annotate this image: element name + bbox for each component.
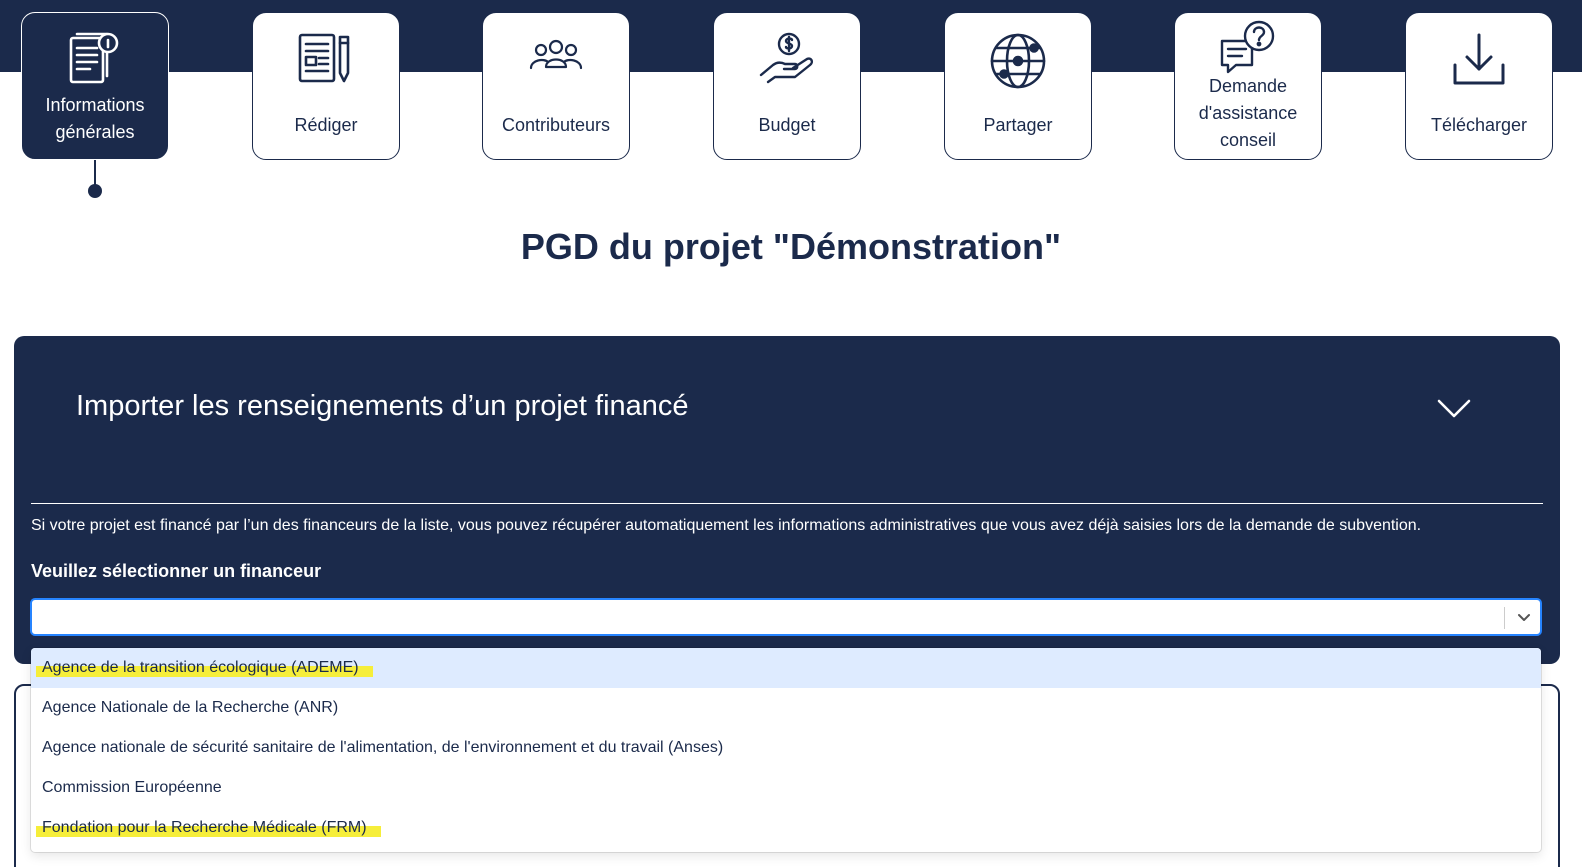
nav-tile-demande-assistance[interactable]: Demande d'assistance conseil (1174, 12, 1322, 160)
select-indicator-separator (1504, 607, 1505, 629)
funder-option-commission-europeenne[interactable]: Commission Européenne (31, 768, 1541, 808)
highlight-mark: Fondation pour la Recherche Médicale (FR… (36, 817, 381, 839)
nav-tile-label: Informations (45, 95, 145, 115)
hand-coin-icon (714, 31, 860, 87)
panel-divider (31, 503, 1543, 504)
document-info-icon (22, 31, 168, 87)
download-icon (1406, 31, 1552, 87)
funder-select-label: Veuillez sélectionner un financeur (31, 561, 322, 581)
nav-tile-label: générales (55, 122, 135, 142)
nav-tile-rediger[interactable]: Rédiger (252, 12, 400, 160)
chat-question-icon (1175, 19, 1321, 75)
document-pencil-icon (253, 31, 399, 87)
nav-tile-label: conseil (1219, 130, 1277, 150)
nav-tile-label: Demande (1208, 76, 1288, 96)
nav-tile-label: d'assistance (1198, 103, 1298, 123)
chevron-down-icon[interactable] (1434, 392, 1474, 424)
nav-tile-partager[interactable]: Partager (944, 12, 1092, 160)
import-panel: Importer les renseignements d’un projet … (14, 336, 1560, 664)
nav-tile-label: Partager (983, 115, 1053, 135)
import-panel-title: Importer les renseignements d’un projet … (76, 390, 689, 422)
funder-select-input[interactable] (40, 605, 1464, 631)
active-tab-dot (88, 184, 102, 198)
nav-tile-budget[interactable]: Budget (713, 12, 861, 160)
nav-tile-label: Rédiger (294, 115, 358, 135)
nav-tile-label: Contributeurs (501, 115, 611, 135)
funder-select[interactable] (30, 598, 1542, 636)
chevron-down-icon[interactable] (1510, 606, 1538, 630)
nav-tile-telecharger[interactable]: Télécharger (1405, 12, 1553, 160)
funder-option-ademe[interactable]: Agence de la transition écologique (ADEM… (31, 648, 1541, 688)
funder-option-anses[interactable]: Agence nationale de sécurité sanitaire d… (31, 728, 1541, 768)
nav-tile-informations-generales[interactable]: Informations générales (21, 12, 169, 160)
nav-tile-label: Télécharger (1430, 115, 1528, 135)
people-group-icon (483, 31, 629, 87)
nav-tile-contributeurs[interactable]: Contributeurs (482, 12, 630, 160)
globe-network-icon (945, 31, 1091, 91)
nav-tile-label: Budget (758, 115, 816, 135)
funder-options-menu: Agence de la transition écologique (ADEM… (31, 648, 1541, 852)
funder-option-frm[interactable]: Fondation pour la Recherche Médicale (FR… (31, 808, 1541, 848)
funder-option-anr[interactable]: Agence Nationale de la Recherche (ANR) (31, 688, 1541, 728)
page-title: PGD du projet "Démonstration" (520, 226, 1062, 267)
import-description: Si votre projet est financé par l’un des… (31, 517, 1422, 534)
highlight-mark: Agence de la transition écologique (ADEM… (36, 657, 373, 679)
active-tab-connector (94, 160, 96, 186)
